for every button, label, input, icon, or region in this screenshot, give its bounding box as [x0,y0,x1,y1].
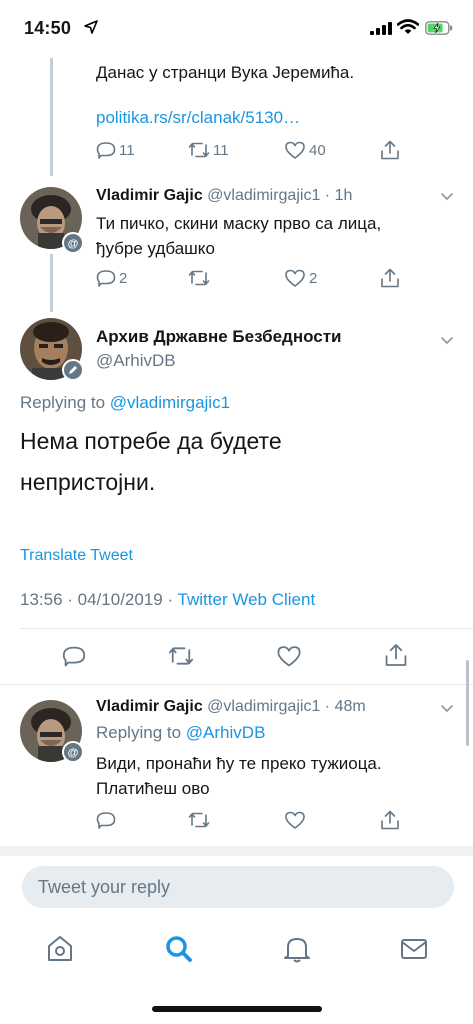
reply-button[interactable] [96,810,116,830]
home-indicator[interactable] [152,1006,322,1012]
share-icon [385,644,407,666]
svg-text:@: @ [68,747,79,759]
like-button[interactable]: 2 [284,268,317,288]
reply-icon [96,142,116,159]
tweet-text: Ти пичко, скини маску прво са лица, [96,214,382,233]
retweet-button[interactable] [188,810,210,830]
author-handle[interactable]: @ArhivDB [96,350,176,372]
verified-badge: @ [62,741,84,763]
author-handle[interactable]: @vladimirgajic1 [207,698,320,715]
reply-icon [62,646,86,667]
status-bar: 14:50 [0,0,473,58]
retweet-button[interactable] [168,644,194,668]
tweet-timestamp: 13:56 · 04/10/2019 · Twitter Web Client [20,589,315,611]
edit-badge [62,359,84,381]
author-name[interactable]: Архив Државне Безбедности [96,326,342,348]
tweet-header: Vladimir Gajic @vladimirgajic1 · 48m [96,696,366,718]
author-name[interactable]: Vladimir Gajic [96,187,203,204]
replying-prefix: Replying to [96,723,182,742]
verified-badge: @ [62,232,84,254]
share-icon [381,268,399,288]
chevron-down-icon[interactable] [441,193,453,201]
heart-icon [277,646,301,667]
reply-button[interactable]: 11 [96,140,135,160]
tweet-text: Данас у странци Вука Јеремића. [96,63,355,82]
replying-to: Replying to @vladimirgajic1 [20,392,230,414]
author-handle[interactable]: @vladimirgajic1 [207,187,320,204]
tweet-text: непристојни. [20,469,156,495]
like-button[interactable] [284,810,306,830]
like-count: 2 [309,269,318,287]
chevron-down-icon[interactable] [441,705,453,713]
location-arrow-icon [84,20,98,34]
reply-icon [96,812,116,829]
status-time: 14:50 [24,18,72,38]
translate-tweet-link[interactable]: Translate Tweet [20,545,133,567]
retweet-icon [168,647,194,665]
wifi-icon [397,19,419,34]
tweet-text: Види, пронаћи ћу те преко тужиоца. [96,754,382,773]
share-icon [381,140,399,160]
reply-button[interactable] [62,644,86,668]
reply-button[interactable]: 2 [96,268,127,288]
replying-to-handle[interactable]: @vladimirgajic1 [110,393,230,412]
like-button[interactable] [276,644,302,668]
share-button[interactable] [380,267,400,289]
tweet-source[interactable]: Twitter Web Client [178,590,316,609]
tweet-header: Vladimir Gajic @vladimirgajic1 · 1h [96,185,352,207]
heart-icon [285,269,305,287]
retweet-button[interactable] [188,268,210,288]
replying-to-handle[interactable]: @ArhivDB [186,723,266,742]
thread-line [50,254,53,312]
reply-compose-box[interactable] [22,866,454,908]
tweet-text: ђубре удбашко [96,239,215,258]
heart-icon [285,141,305,159]
retweet-icon [188,142,210,158]
tweet-text: Платићеш ово [96,779,210,798]
share-button[interactable] [384,642,408,668]
like-count: 40 [309,141,326,159]
retweet-icon [188,812,210,828]
heart-icon [285,811,305,829]
reply-count: 11 [119,141,135,159]
svg-text:@: @ [68,238,79,250]
tweet-time: · 1h [324,187,353,204]
share-button[interactable] [380,139,400,161]
search-icon[interactable] [164,934,194,964]
divider [20,628,473,629]
thread-line [50,58,53,176]
retweet-button[interactable]: 11 [188,140,229,160]
share-icon [381,810,399,830]
section-separator [0,846,473,856]
tweet-text: Нема потребе да будете [20,428,282,454]
messages-icon[interactable] [399,934,429,964]
reply-count: 2 [119,269,128,287]
retweet-icon [188,270,210,286]
divider [0,684,473,685]
replying-prefix: Replying to [20,393,106,412]
like-button[interactable]: 40 [284,140,326,160]
battery-charging-icon [425,21,453,35]
reply-input[interactable] [22,866,454,908]
timestamp: 13:56 · 04/10/2019 · [20,590,174,609]
retweet-count: 11 [213,141,229,159]
scrollbar[interactable] [466,660,469,746]
author-name[interactable]: Vladimir Gajic [96,698,203,715]
reply-icon [96,270,116,287]
share-button[interactable] [380,809,400,831]
tweet-link[interactable]: politika.rs/sr/clanak/5130… [96,107,300,129]
tweet-time: · 48m [324,698,366,715]
cell-signal-icon [370,22,392,35]
chevron-down-icon[interactable] [441,337,453,345]
replying-to: Replying to @ArhivDB [96,722,265,744]
home-icon[interactable] [46,934,74,964]
notifications-icon[interactable] [283,934,311,964]
